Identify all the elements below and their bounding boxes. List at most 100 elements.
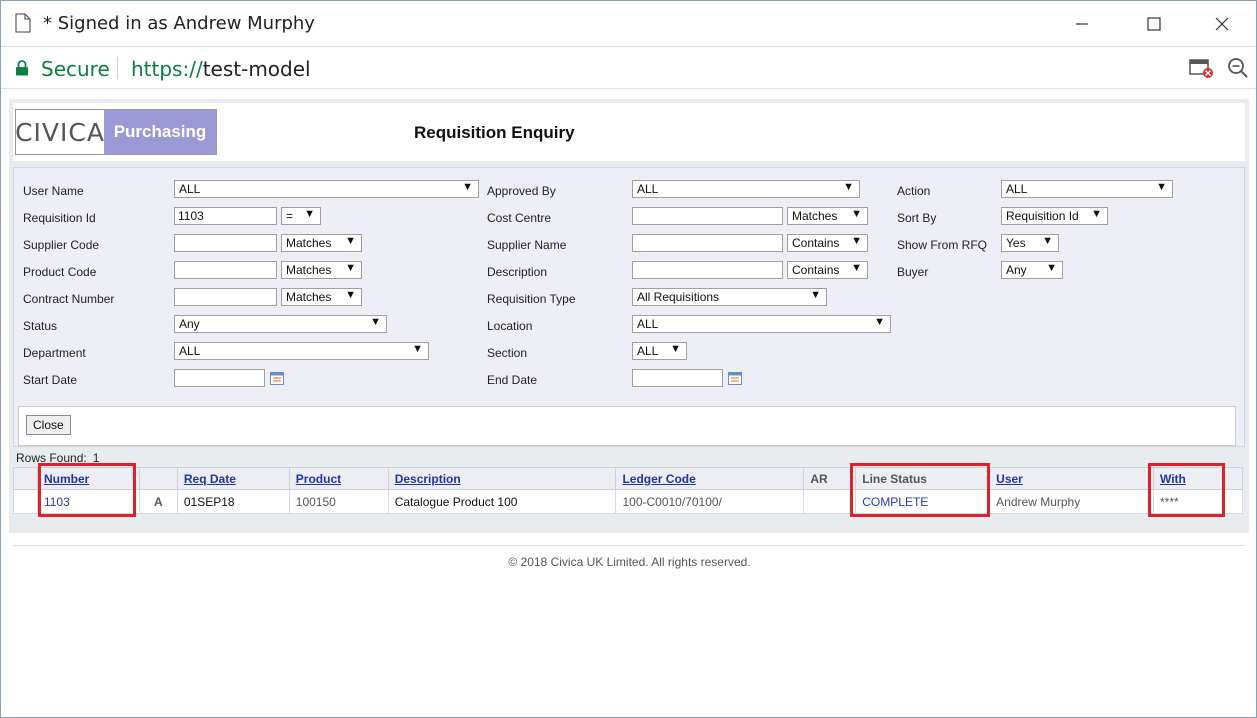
- column-header-ledger-code[interactable]: Ledger Code: [615, 467, 805, 490]
- operator-value: Matches: [286, 236, 332, 250]
- action-select[interactable]: ALL ▼: [1001, 180, 1173, 198]
- status-value: Any: [179, 317, 200, 331]
- calendar-icon[interactable]: [728, 371, 742, 385]
- column-header-user[interactable]: User: [989, 467, 1154, 490]
- start-date-input[interactable]: [174, 369, 265, 387]
- title-bar: * Signed in as Andrew Murphy: [1, 1, 1256, 47]
- product-code-input[interactable]: [174, 261, 277, 279]
- sort-product-link[interactable]: Product: [296, 472, 341, 486]
- dropdown-arrow-icon: ▼: [810, 289, 821, 301]
- buyer-label: Buyer: [897, 265, 929, 279]
- description-operator[interactable]: Contains ▼: [787, 261, 868, 279]
- end-date-input[interactable]: [632, 369, 723, 387]
- cell-ledger-code: 100-C0010/70100/: [615, 489, 805, 514]
- requisition-type-select[interactable]: All Requisitions ▼: [632, 288, 827, 306]
- sort-ledger-code-link[interactable]: Ledger Code: [622, 472, 695, 486]
- cost-centre-label: Cost Centre: [487, 211, 552, 225]
- sort-req-date-link[interactable]: Req Date: [184, 472, 236, 486]
- contract-number-operator[interactable]: Matches ▼: [281, 288, 362, 306]
- operator-value: Matches: [286, 263, 332, 277]
- product-code-operator[interactable]: Matches ▼: [281, 261, 362, 279]
- start-date-label: Start Date: [23, 373, 78, 387]
- page-content: CIVICA Purchasing Requisition Enquiry Us…: [1, 89, 1256, 717]
- dropdown-arrow-icon: ▼: [370, 316, 381, 328]
- minimize-icon: [1076, 23, 1088, 25]
- app-panel: CIVICA Purchasing Requisition Enquiry Us…: [9, 99, 1249, 529]
- action-label: Action: [897, 184, 931, 198]
- show-from-rfq-select[interactable]: Yes ▼: [1001, 234, 1059, 252]
- minimize-button[interactable]: [1059, 9, 1105, 39]
- column-header-ar: AR: [803, 467, 857, 490]
- requisition-id-input[interactable]: 1103: [174, 207, 277, 225]
- supplier-code-operator[interactable]: Matches ▼: [281, 234, 362, 252]
- sort-by-select[interactable]: Requisition Id ▼: [1001, 207, 1108, 225]
- description-input[interactable]: [632, 261, 783, 279]
- department-select[interactable]: ALL ▼: [174, 342, 429, 360]
- contract-number-input[interactable]: [174, 288, 277, 306]
- dropdown-arrow-icon: ▼: [843, 181, 854, 193]
- user-name-select[interactable]: ALL ▼: [174, 180, 479, 198]
- dropdown-arrow-icon: ▼: [462, 181, 473, 193]
- calendar-icon[interactable]: [270, 371, 284, 385]
- cell-description: Catalogue Product 100: [387, 489, 617, 514]
- app-header: CIVICA Purchasing Requisition Enquiry: [13, 103, 1245, 161]
- window-title: * Signed in as Andrew Murphy: [43, 13, 315, 34]
- table-header-row: Number Req Date Product Description Ledg…: [13, 467, 1243, 490]
- maximize-button[interactable]: [1131, 9, 1177, 39]
- close-window-button[interactable]: [1199, 9, 1245, 39]
- filter-panel: User Name Requisition Id Supplier Code P…: [13, 167, 1245, 447]
- sort-by-value: Requisition Id: [1006, 209, 1079, 223]
- sort-by-label: Sort By: [897, 211, 937, 225]
- url-text[interactable]: https://test-model: [131, 57, 311, 81]
- location-select[interactable]: ALL ▼: [632, 315, 891, 333]
- status-label: Status: [23, 319, 58, 333]
- operator-value: Matches: [286, 290, 332, 304]
- cost-centre-input[interactable]: [632, 207, 783, 225]
- blocked-popup-icon[interactable]: [1189, 57, 1215, 79]
- section-value: ALL: [637, 344, 659, 358]
- dropdown-arrow-icon: ▼: [874, 316, 885, 328]
- close-icon: [1215, 17, 1229, 31]
- action-bar: Close: [18, 406, 1236, 446]
- cell-product: 100150: [288, 489, 389, 514]
- supplier-name-input[interactable]: [632, 234, 783, 252]
- buyer-select[interactable]: Any ▼: [1001, 261, 1063, 279]
- row-blank-cell: [13, 489, 38, 514]
- column-header-product[interactable]: Product: [288, 467, 389, 490]
- department-value: ALL: [179, 344, 201, 358]
- sort-user-link[interactable]: User: [996, 472, 1023, 486]
- column-header-flag: [138, 467, 178, 490]
- status-select[interactable]: Any ▼: [174, 315, 387, 333]
- zoom-icon[interactable]: [1227, 57, 1249, 79]
- requisition-type-label: Requisition Type: [487, 292, 576, 306]
- buyer-value: Any: [1006, 263, 1027, 277]
- supplier-code-input[interactable]: [174, 234, 277, 252]
- cost-centre-operator[interactable]: Matches ▼: [787, 207, 868, 225]
- url-host: test-model: [202, 57, 311, 81]
- secure-label: Secure: [41, 57, 110, 81]
- address-divider: [117, 57, 118, 79]
- footer-divider: [13, 545, 1245, 546]
- requisition-id-operator[interactable]: = ▼: [281, 207, 321, 225]
- table-row[interactable]: 1103 A 01SEP18 100150 Catalogue Product …: [13, 489, 1243, 514]
- section-select[interactable]: ALL ▼: [632, 342, 687, 360]
- sort-description-link[interactable]: Description: [395, 472, 461, 486]
- supplier-name-operator[interactable]: Contains ▼: [787, 234, 868, 252]
- address-bar[interactable]: Secure https://test-model: [1, 47, 1256, 89]
- close-button[interactable]: Close: [26, 415, 71, 435]
- requisition-id-label: Requisition Id: [23, 211, 96, 225]
- supplier-name-label: Supplier Name: [487, 238, 567, 252]
- approved-by-select[interactable]: ALL ▼: [632, 180, 860, 198]
- product-code-label: Product Code: [23, 265, 97, 279]
- column-header-description[interactable]: Description: [387, 467, 617, 490]
- results-bottom-bar: [9, 515, 1249, 533]
- highlight-number-column: [38, 463, 136, 517]
- column-header-req-date[interactable]: Req Date: [176, 467, 290, 490]
- column-header-blank: [13, 467, 38, 490]
- document-icon: [15, 13, 31, 33]
- cell-req-date: 01SEP18: [176, 489, 290, 514]
- logo-civica-text: CIVICA: [15, 110, 104, 154]
- cell-user: Andrew Murphy: [989, 489, 1154, 514]
- dropdown-arrow-icon: ▼: [304, 208, 315, 220]
- supplier-code-label: Supplier Code: [23, 238, 100, 252]
